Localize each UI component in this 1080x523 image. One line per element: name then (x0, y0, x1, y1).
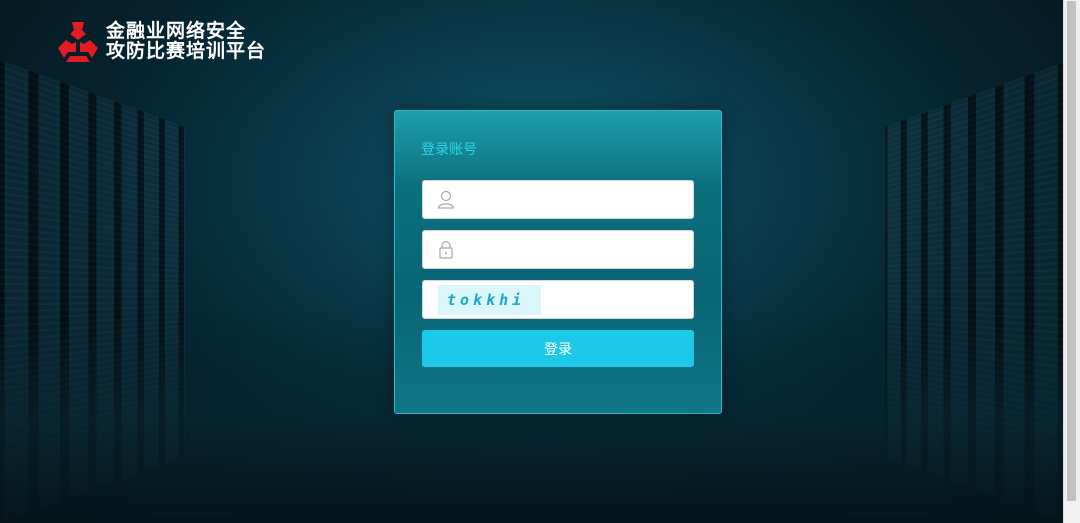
vertical-scrollbar[interactable] (1063, 0, 1080, 523)
lock-icon (439, 240, 453, 259)
password-field[interactable] (422, 230, 694, 270)
brand-title-line1: 金融业网络安全 (106, 20, 247, 42)
brand-logo: 金融业网络安全 攻防比赛培训平台 (56, 20, 266, 62)
user-icon (437, 190, 455, 209)
captcha-input[interactable] (549, 281, 691, 320)
login-card: 登录账号 tokkhi 登录 (394, 110, 722, 414)
login-button[interactable]: 登录 (422, 330, 694, 367)
brand-title-line2: 攻防比赛培训平台 (106, 40, 267, 62)
login-title: 登录账号 (421, 142, 477, 158)
captcha-image[interactable]: tokkhi (438, 285, 541, 315)
username-field[interactable] (422, 180, 694, 220)
username-input[interactable] (461, 181, 691, 220)
brand-title: 金融业网络安全 攻防比赛培训平台 (106, 21, 266, 61)
captcha-field[interactable]: tokkhi (422, 280, 694, 320)
password-input[interactable] (461, 231, 691, 270)
scrollbar-thumb[interactable] (1067, 1, 1076, 501)
bank-logo-icon (58, 22, 98, 62)
